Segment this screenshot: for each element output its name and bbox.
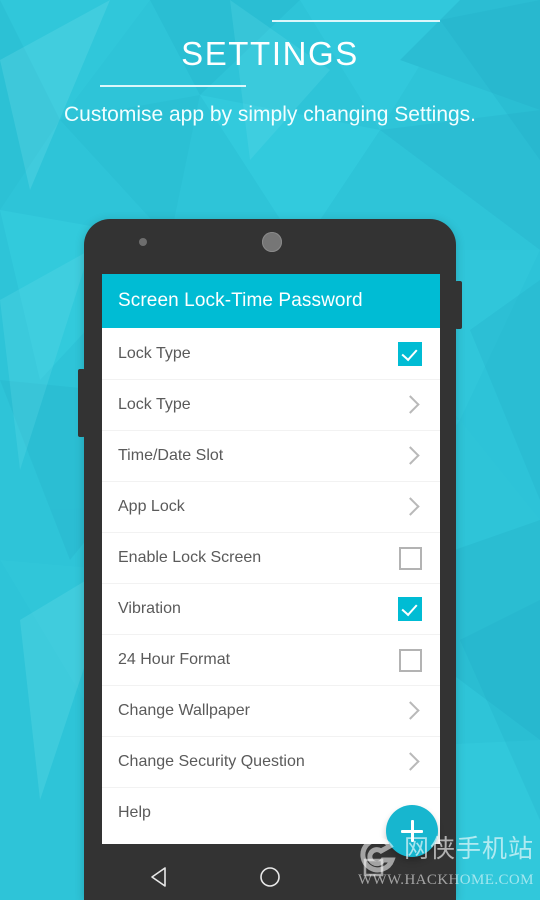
add-fab-button[interactable]: [386, 805, 438, 857]
list-item[interactable]: Enable Lock Screen: [102, 532, 440, 583]
list-item[interactable]: Change Security Question: [102, 736, 440, 787]
list-item-label: Enable Lock Screen: [118, 549, 262, 566]
list-item-label: 24 Hour Format: [118, 651, 231, 668]
volume-button[interactable]: [78, 369, 85, 437]
phone-mockup: Screen Lock-Time Password Lock Type Lock…: [78, 219, 462, 900]
phone-frame: Screen Lock-Time Password Lock Type Lock…: [78, 219, 462, 900]
list-item[interactable]: App Lock: [102, 481, 440, 532]
list-item-label: Change Security Question: [118, 753, 305, 770]
chevron-right-icon[interactable]: [400, 751, 422, 773]
front-camera-icon: [262, 232, 282, 252]
checkbox-checked-icon[interactable]: [398, 597, 422, 621]
back-icon[interactable]: [148, 865, 172, 889]
list-item-label: Help: [118, 804, 151, 821]
checkbox-checked-icon[interactable]: [398, 341, 422, 366]
list-item[interactable]: Lock Type: [102, 328, 440, 379]
settings-list: Lock Type Lock Type Time/Date Slot App L…: [102, 328, 440, 838]
list-item-label: Time/Date Slot: [118, 447, 224, 464]
checkbox-unchecked-icon[interactable]: [399, 648, 422, 672]
list-item-label: Lock Type: [118, 396, 191, 413]
android-navigation-bar: [84, 854, 456, 900]
app-screen: Screen Lock-Time Password Lock Type Lock…: [102, 274, 440, 844]
power-button[interactable]: [455, 281, 462, 329]
chevron-right-icon[interactable]: [400, 394, 422, 416]
list-item-label: App Lock: [118, 498, 185, 515]
chevron-right-icon[interactable]: [400, 445, 422, 467]
list-item[interactable]: 24 Hour Format: [102, 634, 440, 685]
list-item-label: Vibration: [118, 600, 181, 617]
home-icon[interactable]: [258, 865, 282, 889]
proximity-sensor-icon: [139, 238, 147, 246]
checkbox-unchecked-icon[interactable]: [399, 546, 422, 570]
list-item[interactable]: Vibration: [102, 583, 440, 634]
list-item[interactable]: Time/Date Slot: [102, 430, 440, 481]
chevron-right-icon[interactable]: [400, 496, 422, 518]
list-item-label: Change Wallpaper: [118, 702, 250, 719]
chevron-right-icon[interactable]: [400, 700, 422, 722]
app-bar-title: Screen Lock-Time Password: [118, 290, 363, 311]
app-bar: Screen Lock-Time Password: [102, 274, 440, 328]
list-item[interactable]: Lock Type: [102, 379, 440, 430]
list-item-label: Lock Type: [118, 344, 191, 362]
list-item[interactable]: Change Wallpaper: [102, 685, 440, 736]
